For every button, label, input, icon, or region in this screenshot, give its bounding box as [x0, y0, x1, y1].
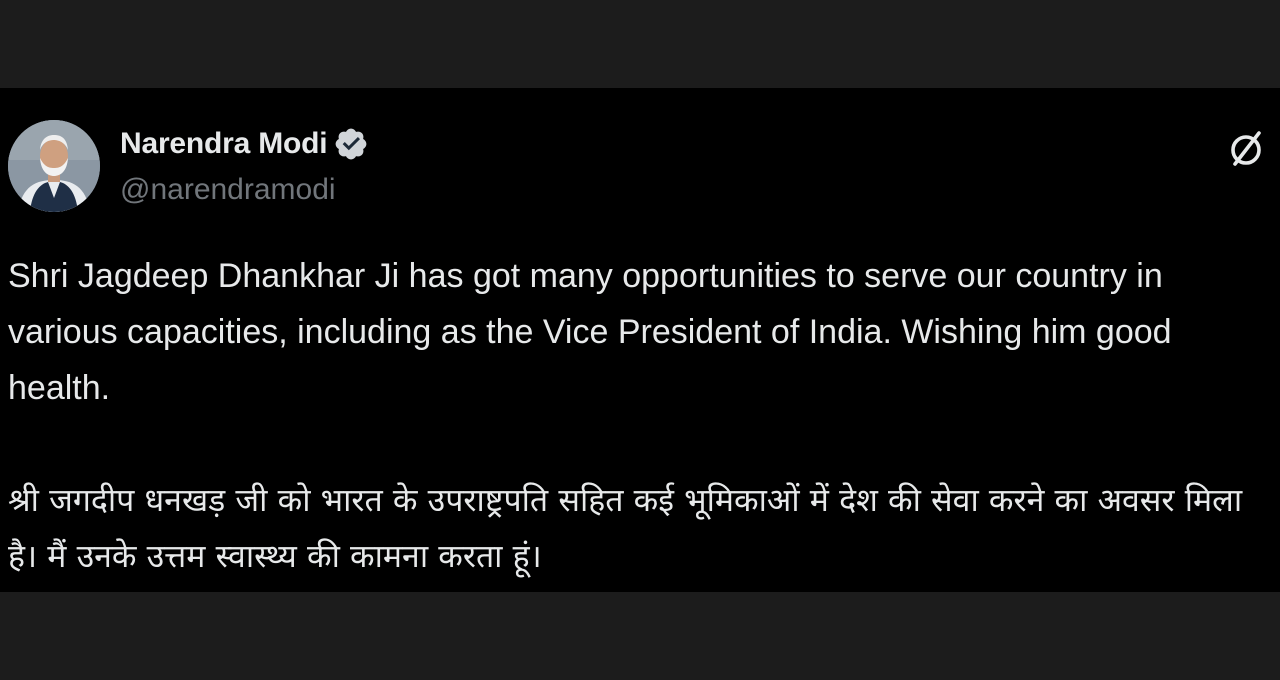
tweet-card: Narendra Modi @narendramodi Shri Jagdeep…: [0, 88, 1280, 592]
tweet-text-english: Shri Jagdeep Dhankhar Ji has got many op…: [8, 257, 1172, 407]
x-logo-icon[interactable]: [1226, 128, 1266, 168]
bottom-letterbox: [0, 592, 1280, 680]
top-letterbox: [0, 0, 1280, 88]
tweet-body: Shri Jagdeep Dhankhar Ji has got many op…: [8, 248, 1270, 584]
avatar-photo-icon: [8, 120, 100, 212]
author-handle[interactable]: @narendramodi: [120, 172, 336, 208]
author-name-row: Narendra Modi: [120, 126, 369, 162]
verified-badge-icon: [333, 126, 369, 162]
tweet-text-hindi: श्री जगदीप धनखड़ जी को भारत के उपराष्ट्र…: [8, 481, 1243, 575]
author-avatar[interactable]: [8, 120, 100, 212]
author-display-name[interactable]: Narendra Modi: [120, 126, 328, 162]
